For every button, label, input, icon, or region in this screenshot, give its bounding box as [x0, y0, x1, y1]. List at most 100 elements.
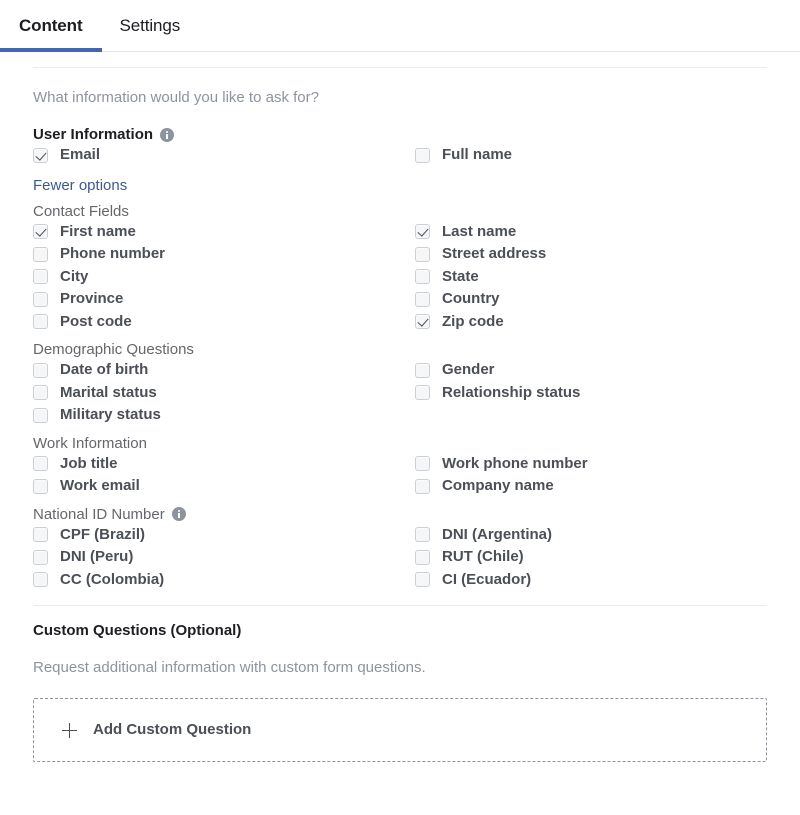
add-custom-question-button[interactable]: Add Custom Question	[33, 698, 767, 762]
checkbox-label: Date of birth	[60, 361, 149, 379]
checkbox-unchecked-icon[interactable]	[33, 572, 48, 588]
checkbox-label: Street address	[442, 245, 547, 263]
checkbox-label: Province	[60, 290, 124, 308]
checkbox-state[interactable]: State	[415, 268, 479, 286]
checkbox-gender[interactable]: Gender	[415, 361, 495, 379]
option-column: Phone number	[33, 245, 415, 263]
checkbox-post-code[interactable]: Post code	[33, 313, 132, 331]
checkbox-marital-status[interactable]: Marital status	[33, 384, 157, 402]
option-column: CC (Colombia)	[33, 571, 415, 589]
checkbox-label: RUT (Chile)	[442, 548, 524, 566]
tab-content[interactable]: Content	[0, 0, 102, 52]
group-options: First name Last name Phone number Street ad…	[33, 221, 767, 334]
info-icon[interactable]	[171, 507, 186, 521]
checkbox-label: CI (Ecuador)	[442, 570, 532, 588]
checkbox-unchecked-icon[interactable]	[415, 269, 430, 285]
checkbox-work-phone-number[interactable]: Work phone number	[415, 455, 588, 473]
option-column: First name	[33, 223, 415, 241]
group-heading-work-information: Work Information	[33, 434, 767, 453]
option-column: Zip code	[415, 313, 797, 331]
checkbox-dni-peru[interactable]: DNI (Peru)	[33, 548, 133, 566]
checkbox-label: State	[442, 267, 479, 285]
option-column: Marital status	[33, 384, 415, 402]
checkbox-phone-number[interactable]: Phone number	[33, 245, 165, 263]
checkbox-unchecked-icon[interactable]	[415, 362, 430, 378]
group-options: Job title Work phone number Work email Comp…	[33, 453, 767, 498]
checkbox-cc-colombia[interactable]: CC (Colombia)	[33, 571, 164, 589]
checkbox-unchecked-icon[interactable]	[33, 527, 48, 543]
option-column: City	[33, 268, 415, 286]
checkbox-dni-argentina[interactable]: DNI (Argentina)	[415, 526, 552, 544]
info-icon[interactable]	[160, 128, 175, 142]
group-heading-label: Contact Fields	[33, 202, 129, 220]
checkbox-checked-icon[interactable]	[415, 314, 430, 330]
group-heading-national-id-number: National ID Number	[33, 505, 767, 524]
checkbox-rut-chile[interactable]: RUT (Chile)	[415, 548, 524, 566]
checkbox-unchecked-icon[interactable]	[33, 549, 48, 565]
checkbox-email[interactable]: Email	[33, 146, 100, 164]
checkbox-unchecked-icon[interactable]	[415, 478, 430, 494]
checkbox-checked-icon[interactable]	[33, 224, 48, 240]
checkbox-unchecked-icon[interactable]	[33, 407, 48, 423]
custom-questions-heading: Custom Questions (Optional)	[33, 622, 242, 639]
checkbox-ci-ecuador[interactable]: CI (Ecuador)	[415, 571, 531, 589]
checkbox-work-email[interactable]: Work email	[33, 477, 140, 495]
checkbox-province[interactable]: Province	[33, 290, 123, 308]
checkbox-label: Company name	[442, 477, 554, 495]
checkbox-unchecked-icon[interactable]	[415, 527, 430, 543]
checkbox-label: Work phone number	[442, 454, 588, 472]
checkbox-unchecked-icon[interactable]	[33, 456, 48, 472]
checkbox-label: Last name	[442, 222, 517, 240]
checkbox-unchecked-icon[interactable]	[415, 456, 430, 472]
checkbox-full-name[interactable]: Full name	[415, 146, 512, 164]
checkbox-checked-icon[interactable]	[415, 224, 430, 240]
checkbox-military-status[interactable]: Military status	[33, 406, 161, 424]
option-row: Marital status Relationship status	[33, 382, 767, 405]
checkbox-last-name[interactable]: Last name	[415, 223, 516, 241]
checkbox-checked-icon[interactable]	[33, 147, 48, 163]
checkbox-unchecked-icon[interactable]	[415, 147, 430, 163]
checkbox-date-of-birth[interactable]: Date of birth	[33, 361, 148, 379]
checkbox-unchecked-icon[interactable]	[33, 385, 48, 401]
option-row: Province Country	[33, 288, 767, 311]
option-column: Province	[33, 290, 415, 308]
option-column: Full name	[415, 146, 797, 164]
group-heading-label: Demographic Questions	[33, 341, 194, 358]
checkbox-label: Zip code	[442, 312, 504, 330]
tab-label: Settings	[119, 15, 181, 35]
checkbox-unchecked-icon[interactable]	[33, 362, 48, 378]
checkbox-label: Relationship status	[442, 383, 581, 401]
tab-bar: Content Settings	[0, 0, 800, 52]
toggle-options-link[interactable]: Fewer options	[33, 176, 127, 195]
checkbox-cpf-brazil[interactable]: CPF (Brazil)	[33, 526, 145, 544]
tab-settings[interactable]: Settings	[102, 0, 199, 51]
checkbox-relationship-status[interactable]: Relationship status	[415, 384, 580, 402]
checkbox-unchecked-icon[interactable]	[33, 291, 48, 307]
checkbox-country[interactable]: Country	[415, 290, 500, 308]
option-column: Work email	[33, 477, 415, 495]
checkbox-label: City	[60, 267, 89, 285]
checkbox-unchecked-icon[interactable]	[33, 478, 48, 494]
checkbox-unchecked-icon[interactable]	[415, 291, 430, 307]
checkbox-unchecked-icon[interactable]	[415, 385, 430, 401]
checkbox-label: Work email	[60, 477, 140, 495]
checkbox-job-title[interactable]: Job title	[33, 455, 118, 473]
checkbox-label: Email	[60, 146, 101, 164]
option-column: Post code	[33, 313, 415, 331]
user-information-heading: User Information	[33, 126, 767, 144]
checkbox-company-name[interactable]: Company name	[415, 477, 554, 495]
option-row: Military status	[33, 404, 767, 427]
checkbox-zip-code[interactable]: Zip code	[415, 313, 504, 331]
checkbox-unchecked-icon[interactable]	[33, 314, 48, 330]
checkbox-unchecked-icon[interactable]	[415, 549, 430, 565]
add-custom-question-label: Add Custom Question	[93, 721, 252, 738]
checkbox-unchecked-icon[interactable]	[33, 269, 48, 285]
checkbox-unchecked-icon[interactable]	[415, 572, 430, 588]
checkbox-city[interactable]: City	[33, 268, 88, 286]
checkbox-unchecked-icon[interactable]	[415, 246, 430, 262]
checkbox-street-address[interactable]: Street address	[415, 245, 546, 263]
group-heading-label: Work Information	[33, 434, 147, 452]
checkbox-first-name[interactable]: First name	[33, 223, 136, 241]
checkbox-label: Country	[442, 290, 500, 308]
checkbox-unchecked-icon[interactable]	[33, 246, 48, 262]
